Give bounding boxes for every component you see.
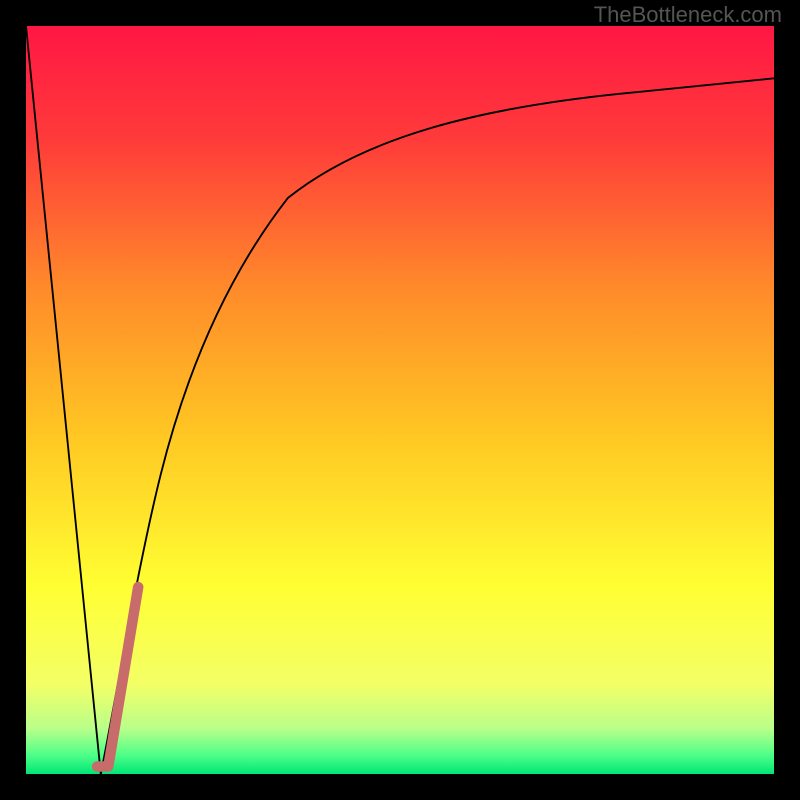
plot-area [26,26,774,774]
bottleneck-curve-left [26,26,101,774]
watermark-text: TheBottleneck.com [594,2,782,28]
highlighted-segment [97,587,138,767]
chart-curves [26,26,774,774]
bottleneck-curve-right [101,78,774,774]
